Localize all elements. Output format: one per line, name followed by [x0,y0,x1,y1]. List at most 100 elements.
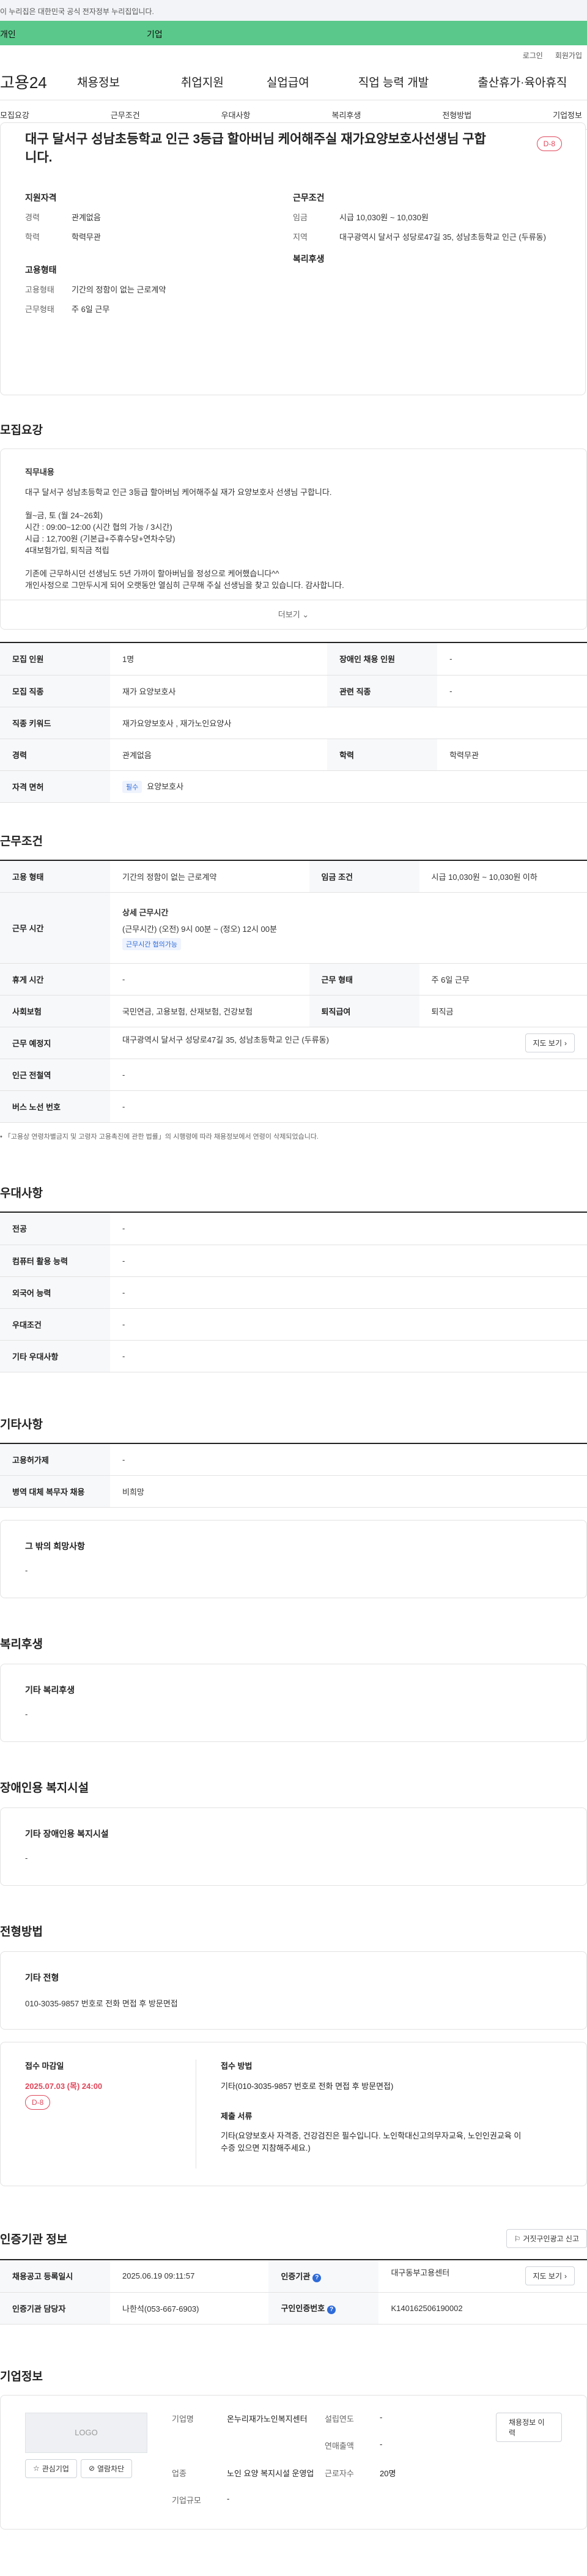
language-label: 외국어 능력 [0,1276,110,1309]
agency-table: 채용공고 등록일시 2025.06.19 09:11:57 인증기관? 대구동부고용센… [0,2259,587,2325]
block-company-button[interactable]: ⊘ 열람차단 [80,2459,133,2478]
summary-grid: 지원자격 경력 관계없음 학력 학력무관 고용형태 고용형태 기간의 정함이 없는 근… [25,192,561,324]
desc-line [25,556,562,568]
map-button[interactable]: 지도 보기 › [525,1033,575,1052]
gnb-employment-support[interactable]: 취업지원 [181,73,224,90]
docs-label: 제출 서류 [221,2112,253,2121]
reg-date-label: 채용공고 등록일시 [0,2260,110,2293]
site-logo[interactable]: 고용24 [0,70,67,93]
retirement-label: 퇴직급여 [309,995,419,1027]
tab-company[interactable]: 기업 [98,21,196,45]
more-button[interactable]: 더보기 ⌄ [1,600,586,629]
wage-label: 임금 [293,213,308,222]
disability-box-value: - [25,1853,28,1863]
anchor-preferences[interactable]: 우대사항 [221,109,251,121]
table-row: 사회보험 국민연금, 고용보험, 산재보험, 건강보험 퇴직급여 퇴직금 [0,995,587,1027]
work-type-label: 근무형태 [25,305,54,314]
chevron-right-icon: › [564,1038,567,1048]
table-row: 근무 예정지 대구광역시 달서구 성당로47길 35, 성남초등학교 인근 (두류… [0,1027,587,1059]
insurance-value: 국민연금, 고용보험, 산재보험, 건강보험 [110,995,309,1027]
scale-label: 기업규모 [172,2496,201,2505]
related-occupation-label: 관련 직종 [327,675,438,707]
language-value: - [110,1276,587,1309]
welfare-box-title: 기타 복리후생 [25,1685,75,1695]
block-label: 열람차단 [97,2464,125,2473]
qualification-heading: 지원자격 [25,193,57,203]
gnb-parental-leave[interactable]: 출산휴가·육아휴직 [478,73,567,90]
computer-value: - [110,1245,587,1277]
favorite-label: 관심기업 [42,2464,69,2473]
conditions-heading: 근무조건 [293,193,325,203]
job-history-button[interactable]: 채용정보 이력 [496,2412,562,2442]
anchor-process[interactable]: 전형방법 [442,109,471,121]
emp-type-label: 고용 형태 [0,860,110,893]
founded-value: - [380,2412,383,2422]
qualification-col: 지원자격 경력 관계없음 학력 학력무관 고용형태 고용형태 기간의 정함이 없는 근… [25,192,293,324]
company-logo-col: LOGO ☆ 관심기업 ⊘ 열람차단 [25,2412,147,2512]
application-box: 접수 마감일 2025.07.03 (목) 24:00 D-8 접수 방법 기타… [0,2042,587,2186]
agency-map-button[interactable]: 지도 보기 › [525,2266,575,2286]
process-box-title: 기타 전형 [25,1973,59,1982]
work-time-heading: 상세 근무시간 [122,907,169,917]
work-form-label: 근무 형태 [309,963,419,996]
other-preference-label: 기타 우대사항 [0,1340,110,1372]
anchor-company[interactable]: 기업정보 [553,109,582,121]
report-button[interactable]: ⚐ 거짓구인광고 신고 [506,2229,587,2248]
table-row: 모집 인원 1명 장애인 채용 인원 - [0,643,587,676]
other-wishes-box: 그 밖의 희망사항 - [0,1520,587,1598]
location-cell: 대구광역시 달서구 성당로47길 35, 성남초등학교 인근 (두류동) 지도 보… [110,1027,587,1059]
tab-individual[interactable]: 개인 [0,21,98,45]
education-label: 학력 [327,739,438,771]
table-row: 전공 - [0,1213,587,1245]
gov-banner-text: 이 누리집은 대한민국 공식 전자정부 누리집입니다. [0,7,154,16]
anchor-conditions[interactable]: 근무조건 [111,109,140,121]
disabled-headcount-value: - [437,643,587,676]
computer-label: 컴퓨터 활용 능력 [0,1245,110,1277]
preference-value: - [110,1308,587,1341]
gnb-unemployment-benefit[interactable]: 실업급여 [267,73,309,90]
gnb-jobs[interactable]: 채용정보 [77,73,120,90]
welfare-box-value: - [25,1710,28,1719]
keyword-value: 재가요양보호사 , 재가노인요양사 [110,707,587,739]
anchor-recruit[interactable]: 모집요강 [0,109,29,121]
favorite-company-button[interactable]: ☆ 관심기업 [25,2459,77,2478]
manager-label: 인증기관 담당자 [0,2292,110,2325]
work-form-value: 주 6일 근무 [419,963,587,996]
member-type-tabs: 개인 기업 [0,21,587,45]
desc-line: 대구 달서구 성남초등학교 인근 3등급 할아버님 케어해주실 재가 요양보호사… [25,488,332,497]
industry-label: 업종 [172,2468,186,2478]
retirement-value: 퇴직금 [419,995,587,1027]
qualification-row: 경력 관계없음 [25,212,293,223]
info-icon[interactable]: ? [327,2306,336,2314]
table-row: 인근 전철역 - [0,1059,587,1091]
table-row: 휴게 시간 - 근무 형태 주 6일 근무 [0,963,587,996]
recruit-table: 모집 인원 1명 장애인 채용 인원 - 모집 직종 재가 요양보호사 관련 직종 - 직종… [0,642,587,803]
work-time-label: 근무 시간 [0,892,110,964]
info-icon[interactable]: ? [312,2273,322,2282]
disability-section-title: 장애인용 복지시설 [0,1782,89,1795]
career-value: 관계없음 [110,739,328,771]
anchor-welfare[interactable]: 복리후생 [331,109,361,121]
login-link[interactable]: 로그인 [523,50,543,64]
conditions-col: 근무조건 임금 시급 10,030원 ~ 10,030원 지역 대구광역시 달서구 … [293,192,561,324]
gov-banner: 이 누리집은 대한민국 공식 전자정부 누리집입니다. [0,0,587,21]
disabled-headcount-label: 장애인 채용 인원 [327,643,438,676]
location-label: 근무 예정지 [0,1027,110,1059]
employment-row: 근무형태 주 6일 근무 [25,304,293,315]
work-time-value: (근무시간) (오전) 9시 00분 ~ (정오) 12시 00분 [122,924,277,934]
age-note-text: 「고용상 연령차별금지 및 고령자 고용촉진에 관한 법률」의 시행령에 따라 … [4,1133,319,1141]
process-section-title: 전형방법 [0,1926,43,1938]
table-row: 버스 노선 번호 - [0,1090,587,1123]
report-button-label: 거짓구인광고 신고 [523,2235,579,2243]
major-value: - [110,1213,587,1245]
keyword-label: 직종 키워드 [0,707,110,739]
gnb-vocational-training[interactable]: 직업 능력 개발 [358,73,429,90]
agency-section-title: 인증기관 정보 [0,2233,68,2246]
table-row: 모집 직종 재가 요양보호사 관련 직종 - [0,675,587,707]
star-icon: ☆ [33,2464,40,2473]
job-description-box: 직무내용 대구 달서구 성남초등학교 인근 3등급 할아버님 케어해주실 재가 … [0,449,587,630]
signup-link[interactable]: 회원가입 [555,50,582,64]
career-label: 경력 [0,739,110,771]
table-row: 직종 키워드 재가요양보호사 , 재가노인요양사 [0,707,587,739]
wage-label: 임금 조건 [309,860,419,893]
